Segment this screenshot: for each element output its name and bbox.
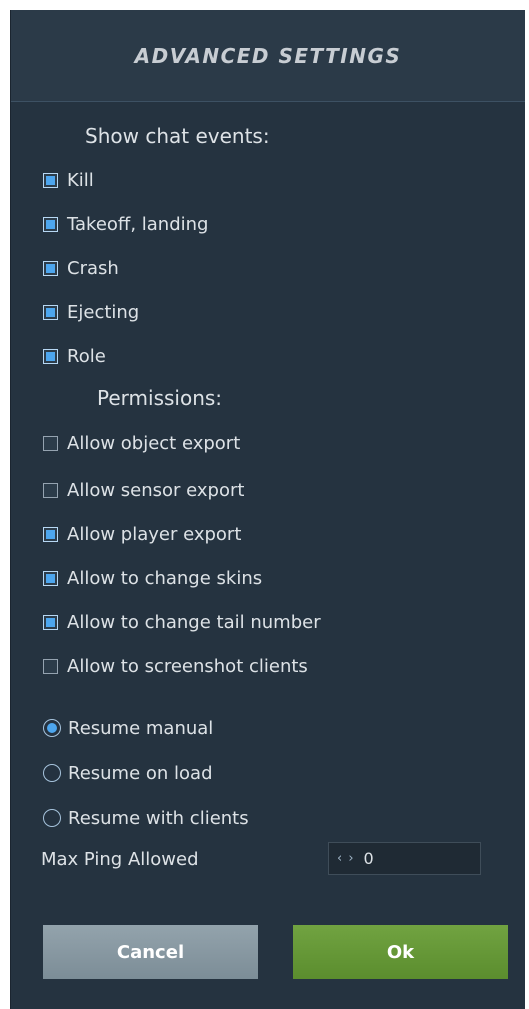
checkbox-allow-sensor-export[interactable]: Allow sensor export	[43, 476, 244, 504]
dialog-title: ADVANCED SETTINGS	[134, 44, 402, 68]
checkbox-allow-player-export[interactable]: Allow player export	[43, 520, 241, 548]
checkbox-kill[interactable]: Kill	[43, 166, 94, 194]
checkbox-label: Kill	[67, 169, 94, 191]
checkbox-label: Ejecting	[67, 301, 140, 323]
checkbox-label: Allow sensor export	[67, 479, 245, 501]
radio-resume-on-load[interactable]: Resume on load	[43, 759, 213, 787]
dialog-header: ADVANCED SETTINGS	[11, 10, 525, 102]
checkbox-label: Takeoff, landing	[67, 213, 209, 235]
radio-label: Resume with clients	[68, 807, 249, 829]
checkbox-label: Crash	[67, 257, 119, 279]
checkbox-allow-change-skins[interactable]: Allow to change skins	[43, 564, 262, 592]
radio-icon[interactable]	[43, 764, 61, 782]
checkbox-icon[interactable]	[43, 260, 58, 276]
ok-button[interactable]: Ok	[293, 925, 508, 979]
stepper-arrows-icon[interactable]: ‹ ›	[337, 851, 355, 866]
cancel-button[interactable]: Cancel	[43, 925, 258, 979]
permissions-heading: Permissions:	[97, 386, 223, 410]
radio-icon[interactable]	[43, 719, 61, 737]
checkbox-crash[interactable]: Crash	[43, 254, 119, 282]
checkbox-label: Role	[67, 345, 106, 367]
radio-icon[interactable]	[43, 809, 61, 827]
radio-resume-manual[interactable]: Resume manual	[43, 714, 213, 742]
checkbox-allow-screenshot-clients[interactable]: Allow to screenshot clients	[43, 652, 308, 680]
radio-label: Resume on load	[68, 762, 213, 784]
checkbox-label: Allow to screenshot clients	[67, 655, 308, 677]
checkbox-ejecting[interactable]: Ejecting	[43, 298, 139, 326]
checkbox-icon[interactable]	[43, 216, 58, 232]
chat-events-heading: Show chat events:	[85, 124, 270, 148]
checkbox-allow-change-tail-number[interactable]: Allow to change tail number	[43, 608, 321, 636]
checkbox-icon[interactable]	[43, 304, 58, 320]
checkbox-icon[interactable]	[43, 435, 58, 451]
checkbox-icon[interactable]	[43, 570, 58, 586]
max-ping-label: Max Ping Allowed	[41, 849, 199, 870]
max-ping-value[interactable]: 0	[364, 849, 374, 868]
checkbox-icon[interactable]	[43, 348, 58, 364]
max-ping-input[interactable]: ‹ › 0	[328, 842, 481, 875]
radio-resume-with-clients[interactable]: Resume with clients	[43, 804, 249, 832]
checkbox-role[interactable]: Role	[43, 342, 106, 370]
checkbox-label: Allow to change skins	[67, 567, 263, 589]
checkbox-icon[interactable]	[43, 526, 58, 542]
checkbox-label: Allow object export	[67, 432, 241, 454]
checkbox-icon[interactable]	[43, 482, 58, 498]
radio-label: Resume manual	[68, 717, 214, 739]
checkbox-icon[interactable]	[43, 614, 58, 630]
checkbox-takeoff-landing[interactable]: Takeoff, landing	[43, 210, 208, 238]
advanced-settings-dialog: ADVANCED SETTINGS Show chat events: Kill…	[10, 10, 525, 1009]
checkbox-allow-object-export[interactable]: Allow object export	[43, 429, 240, 457]
checkbox-label: Allow player export	[67, 523, 242, 545]
checkbox-label: Allow to change tail number	[67, 611, 321, 633]
checkbox-icon[interactable]	[43, 172, 58, 188]
checkbox-icon[interactable]	[43, 658, 58, 674]
